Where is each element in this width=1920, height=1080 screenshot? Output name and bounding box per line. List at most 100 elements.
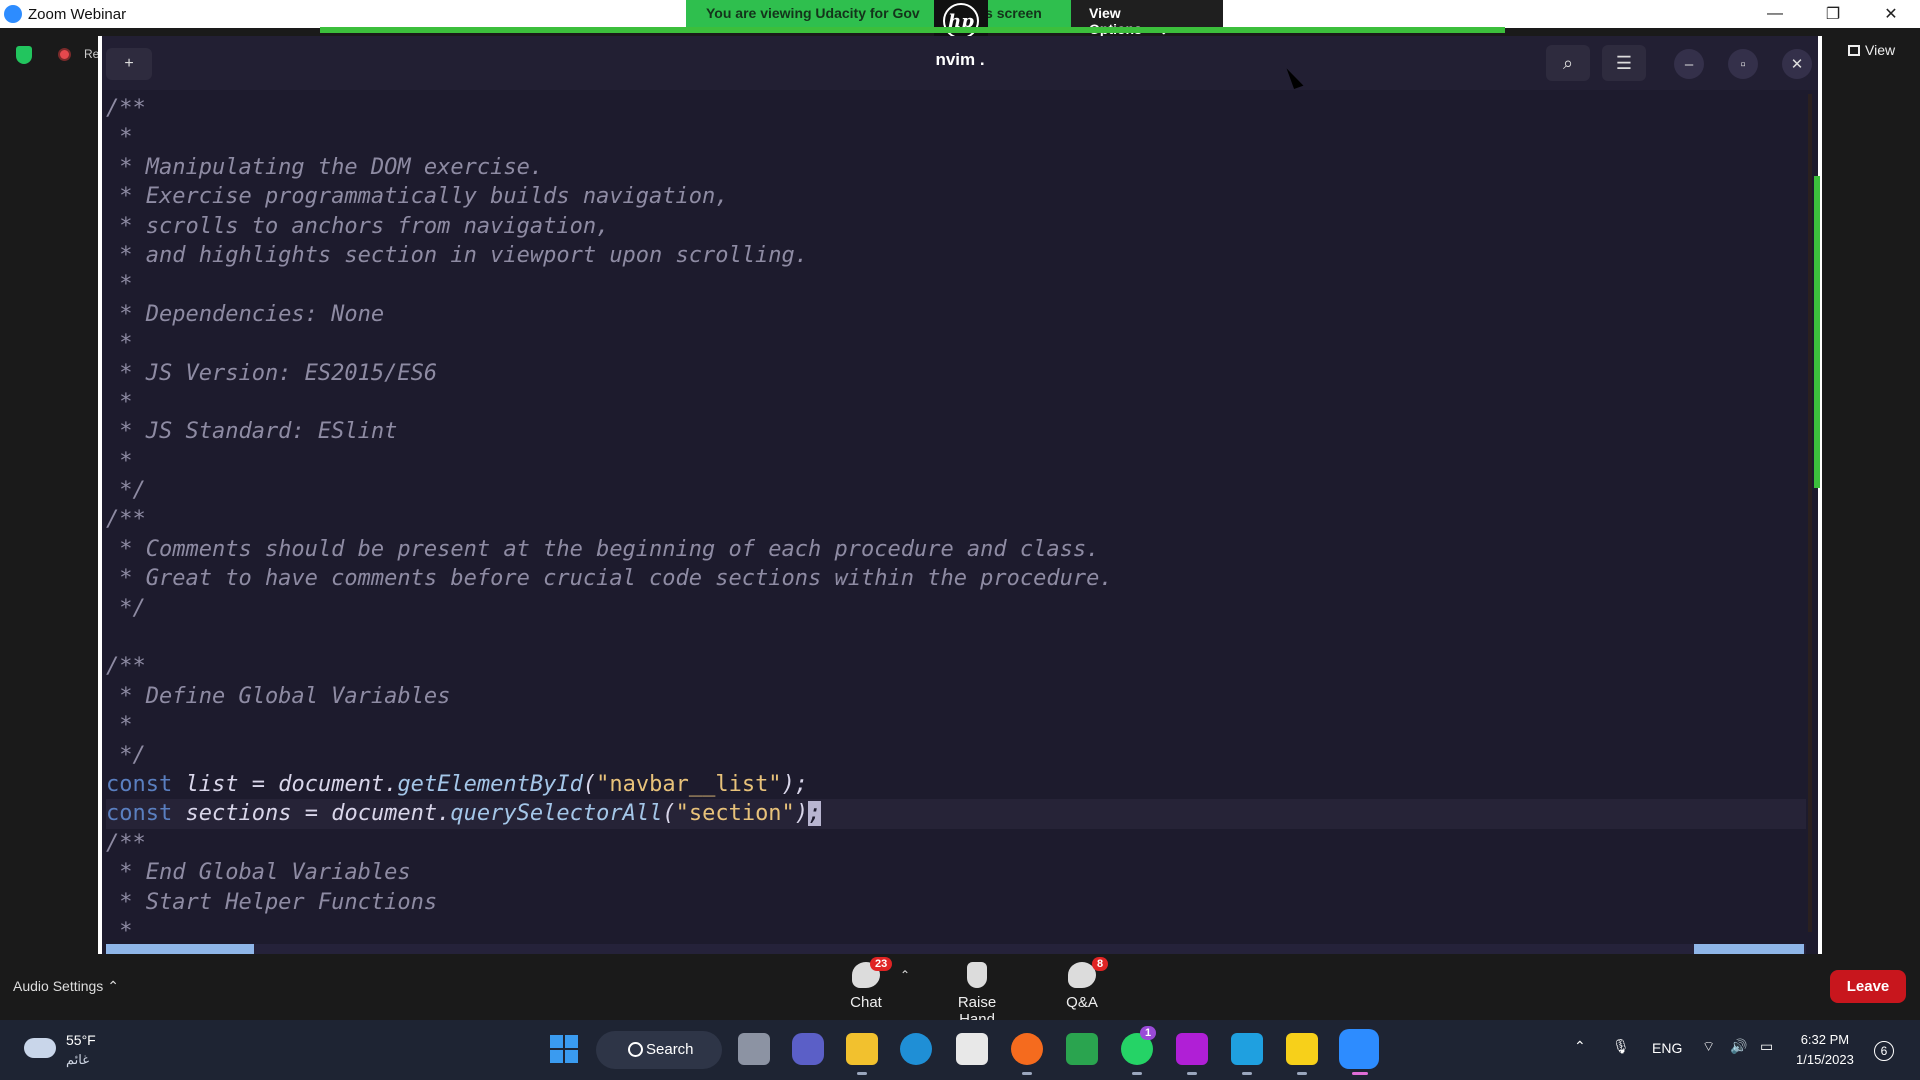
editor-buffer[interactable]: /** * * Manipulating the DOM exercise. *… [106,94,1806,932]
chevron-up-icon: ⌃ [107,978,119,994]
chat-badge: 23 [870,957,893,971]
punctuation [172,772,185,797]
start-button[interactable] [550,1035,578,1063]
object-name: document [278,771,385,797]
task-view-icon[interactable] [738,1033,770,1065]
meeting-control-bar: Audio Settings ⌃ Chat 23 ⌃ Raise Hand Q&… [0,954,1920,1028]
chat-options-chevron-icon[interactable]: ⌃ [900,968,910,982]
nvim-statusline [106,944,1806,954]
punctuation: . [437,801,451,827]
notification-count[interactable]: 6 [1874,1041,1894,1061]
editor-scrollbar[interactable] [1808,94,1812,932]
code-line: * scrolls to anchors from navigation, [106,212,1806,241]
code-line: * Manipulating the DOM exercise. [106,153,1806,182]
active-indicator [1352,1072,1368,1075]
code-line: * [106,329,1806,358]
firefox-icon[interactable] [1011,1033,1043,1065]
terminal-window: + nvim . ⌕ ☰ – ▫ ✕ /** * * Manipulating … [98,36,1822,954]
code-line: */ [106,741,1806,770]
punctuation: ) [794,801,809,827]
view-label: View [1865,42,1896,58]
punctuation: ( [662,801,676,827]
code-line: * [106,711,1806,740]
comment-text: * and highlights section in viewport upo… [106,242,808,268]
volume-icon[interactable]: 🔊 [1730,1038,1747,1055]
comment-text: * [106,448,133,474]
clock-time: 6:32 PM [1800,1032,1850,1047]
weather-condition[interactable]: غائم [66,1052,89,1068]
battery-icon[interactable]: ▭ [1760,1038,1773,1055]
whatsapp-badge: 1 [1140,1026,1157,1040]
qa-badge: 8 [1092,957,1109,971]
teams-icon[interactable] [792,1033,824,1065]
minimize-window-button[interactable]: — [1746,0,1804,28]
spreadsheet-app-icon[interactable] [1066,1033,1098,1065]
code-line: * [106,447,1806,476]
comment-text: /** [106,96,146,121]
wifi-icon[interactable]: ⌔ [1702,1038,1715,1056]
sticky-notes-icon[interactable] [1286,1033,1318,1065]
taskbar-search[interactable]: Search [596,1031,722,1069]
code-line: * Start Helper Functions [106,888,1806,917]
grid-icon [1848,45,1860,56]
search-label: Search [646,1041,694,1058]
language-indicator[interactable]: ENG [1652,1040,1682,1056]
window-title: Zoom Webinar [28,5,127,23]
code-line: * Exercise programmatically builds navig… [106,182,1806,211]
cloud-icon[interactable] [24,1038,56,1058]
zoom-logo-icon [4,5,22,23]
minimize-icon[interactable]: – [1674,49,1704,79]
punctuation: ); [781,771,809,797]
store-icon[interactable] [956,1033,988,1065]
view-options-button[interactable]: View Options⌄ [1071,0,1223,37]
code-line: * Great to have comments before crucial … [106,564,1806,593]
keyword: const [106,801,173,827]
menu-icon[interactable]: ☰ [1602,45,1646,81]
comment-text: * [106,713,133,739]
code-line: const list = document.getElementById("na… [106,770,1806,799]
comment-text: * Great to have comments before crucial … [106,566,1113,592]
text-cursor: ; [808,801,822,827]
share-message: You are viewing Udacity for Gov 's screen [686,0,1071,27]
share-scroll-indicator [1814,176,1820,488]
comment-text: * Comments should be present at the begi… [106,536,1100,562]
edge-icon[interactable] [900,1033,932,1065]
zoom-taskbar-icon[interactable] [1339,1029,1379,1069]
webstorm-icon[interactable] [1231,1033,1263,1065]
weather-temperature[interactable]: 55°F [66,1032,96,1048]
audio-settings-button[interactable]: Audio Settings ⌃ [13,978,119,995]
comment-text: * Exercise programmatically builds navig… [106,184,729,210]
chat-label: Chat [850,994,882,1011]
identifier: list [185,771,239,797]
punctuation: = [238,771,279,797]
code-line: * [106,123,1806,152]
restore-window-button[interactable]: ❐ [1804,0,1862,28]
comment-text: * [106,272,133,298]
comment-text: * [106,331,133,357]
restore-icon[interactable]: ▫ [1728,49,1758,79]
taskbar-clock[interactable]: 6:32 PM 1/15/2023 [1796,1030,1854,1070]
window-controls: — ❐ ✕ [1746,0,1920,28]
close-window-button[interactable]: ✕ [1862,0,1920,28]
running-indicator [1132,1072,1142,1075]
recording-icon [58,48,71,61]
keyword: const [106,771,173,797]
chevron-up-icon[interactable]: ⌃ [1574,1038,1586,1055]
raise-hand-button[interactable]: Raise Hand [938,962,1016,1028]
leave-button[interactable]: Leave [1830,970,1906,1003]
share-message-suffix: 's screen [981,5,1042,21]
microphone-icon[interactable]: 🎙 [1612,1038,1630,1055]
comment-text: * Dependencies: None [106,301,385,327]
comment-text: * JS Standard: ESlint [106,419,398,445]
search-icon[interactable]: ⌕ [1546,45,1590,81]
close-icon[interactable]: ✕ [1782,49,1812,79]
file-explorer-icon[interactable] [846,1033,878,1065]
comment-text: /** [106,830,146,856]
comment-text: * JS Version: ES2015/ES6 [106,360,438,386]
shield-icon [16,46,32,64]
method-name: querySelectorAll [450,801,663,827]
code-line: * Dependencies: None [106,300,1806,329]
phpstorm-icon[interactable] [1176,1033,1208,1065]
view-button[interactable]: View [1848,42,1895,58]
